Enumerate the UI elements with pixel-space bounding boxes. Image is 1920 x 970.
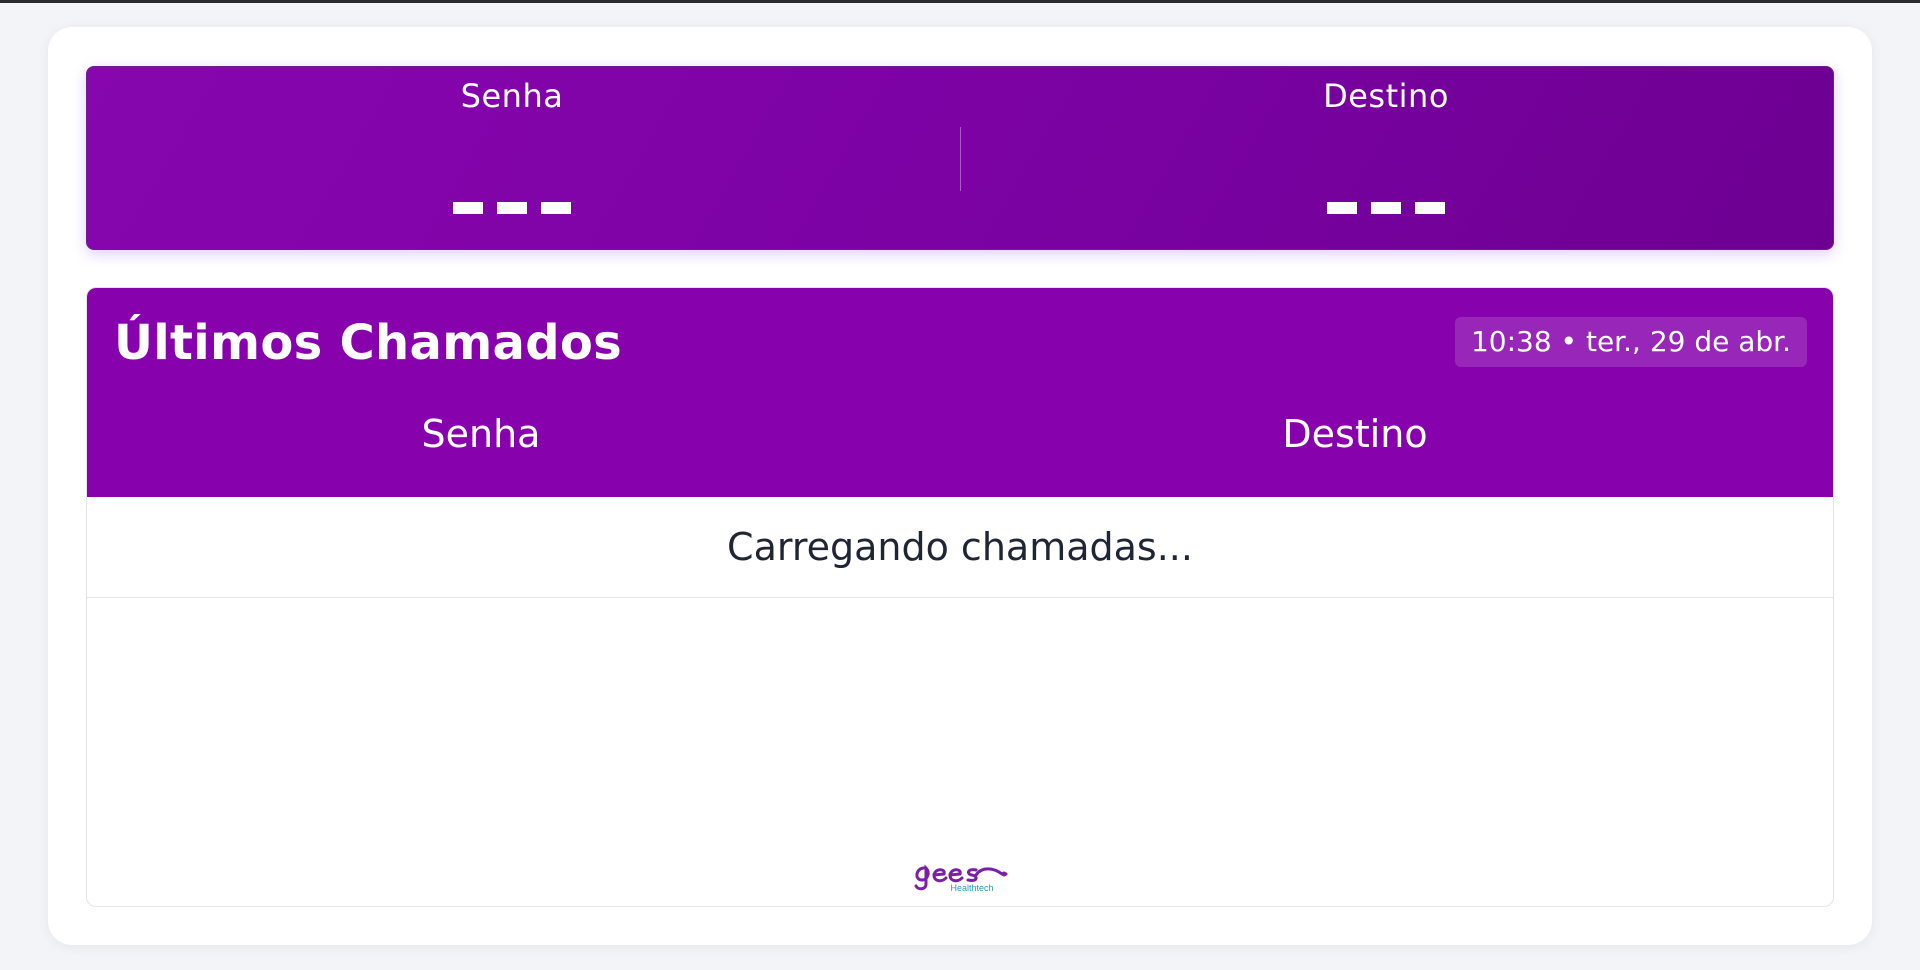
current-destino: Destino — [937, 67, 1835, 251]
current-destino-value — [937, 202, 1835, 214]
loading-message: Carregando chamadas... — [87, 497, 1833, 598]
window-top-border — [0, 0, 1920, 3]
current-senha-value — [87, 202, 937, 214]
recent-calls-title: Últimos Chamados — [114, 315, 623, 371]
recent-calls-panel: Últimos Chamados 10:38 • ter., 29 de abr… — [86, 287, 1834, 907]
svg-text:Healthtech: Healthtech — [950, 883, 993, 893]
current-destino-label: Destino — [1323, 77, 1449, 115]
current-call-panel: Senha Destino — [86, 66, 1834, 250]
recent-calls-header: Últimos Chamados 10:38 • ter., 29 de abr… — [87, 288, 1833, 497]
datetime-badge: 10:38 • ter., 29 de abr. — [1455, 317, 1807, 367]
column-header-destino: Destino — [1282, 412, 1428, 456]
current-senha: Senha — [87, 67, 937, 251]
current-senha-label: Senha — [460, 77, 564, 115]
gees-healthtech-logo: Healthtech — [914, 864, 1008, 893]
column-header-senha: Senha — [421, 412, 541, 456]
